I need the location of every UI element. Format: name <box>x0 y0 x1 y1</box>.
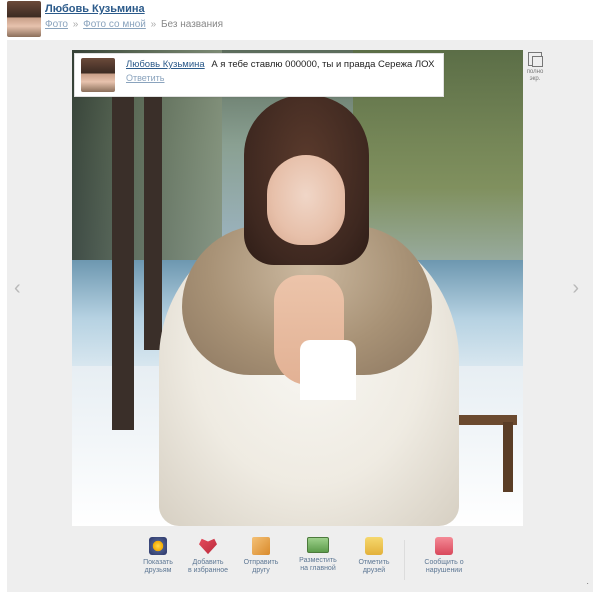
comment-text: А я тебе ставлю 000000, ты и правда Сере… <box>211 59 435 70</box>
breadcrumb-current: Без названия <box>160 19 224 30</box>
tag-friends-button[interactable]: Отметить друзей <box>349 537 399 575</box>
action-label: Разместить на главной <box>299 557 337 573</box>
main-photo[interactable] <box>72 50 523 526</box>
user-avatar[interactable] <box>7 1 41 37</box>
friends-show-icon <box>149 537 167 555</box>
action-label: Показать друзьям <box>143 559 173 575</box>
photo-tree-trunk <box>112 90 134 430</box>
send-friend-icon <box>252 537 270 555</box>
next-photo-icon[interactable]: › <box>572 278 579 298</box>
breadcrumb: Фото » Фото со мной » Без названия <box>45 19 223 30</box>
action-label: Отправить другу <box>243 559 279 575</box>
page-header: Любовь Кузьмина Фото » Фото со мной » Бе… <box>0 0 600 40</box>
fullscreen-label-line: экр. <box>529 75 541 82</box>
place-main-button[interactable]: Разместить на главной <box>293 537 343 573</box>
action-label: Отметить друзей <box>358 559 390 575</box>
report-button[interactable]: Сообщить о нарушении <box>419 537 469 575</box>
breadcrumb-album-link[interactable]: Фото со мной <box>83 19 146 30</box>
photo-actions-bar: Показать друзьям Добавить в избранное От… <box>123 537 483 587</box>
corner-mark: · <box>586 579 589 588</box>
actions-divider <box>404 540 405 580</box>
tag-friends-icon <box>365 537 383 555</box>
breadcrumb-separator: » <box>150 19 157 30</box>
action-label: Сообщить о нарушении <box>424 559 464 575</box>
photo-tree-trunk <box>144 70 162 350</box>
breadcrumb-separator: » <box>72 19 79 30</box>
breadcrumb-photos-link[interactable]: Фото <box>45 19 68 30</box>
photo-viewer: ‹ › Любовь Кузьмина А я тебе ставлю 0000… <box>7 40 593 592</box>
prev-photo-icon[interactable]: ‹ <box>14 278 21 298</box>
comment-line: Любовь Кузьмина А я тебе ставлю 000000, … <box>126 59 434 70</box>
fullscreen-label: полно экр. <box>525 69 545 82</box>
show-friends-button[interactable]: Показать друзьям <box>133 537 183 575</box>
comment-reply-link[interactable]: Ответить <box>126 73 164 83</box>
photo-shirt <box>300 340 356 400</box>
fullscreen-button[interactable]: полно экр. <box>525 52 545 82</box>
username-link[interactable]: Любовь Кузьмина <box>45 3 145 15</box>
comment-author-link[interactable]: Любовь Кузьмина <box>126 59 205 70</box>
action-label: Добавить в избранное <box>187 559 229 575</box>
comment-avatar[interactable] <box>81 58 115 92</box>
add-favorite-button[interactable]: Добавить в избранное <box>183 537 233 575</box>
photo-comment: Любовь Кузьмина А я тебе ставлю 000000, … <box>74 53 444 97</box>
fullscreen-label-line: полно <box>526 69 544 75</box>
send-friend-button[interactable]: Отправить другу <box>236 537 286 575</box>
fullscreen-icon <box>528 52 543 67</box>
photo-post <box>503 422 513 492</box>
heart-add-icon <box>199 538 217 555</box>
photo-face <box>267 155 345 245</box>
place-main-icon <box>307 537 329 553</box>
report-icon <box>435 537 453 555</box>
